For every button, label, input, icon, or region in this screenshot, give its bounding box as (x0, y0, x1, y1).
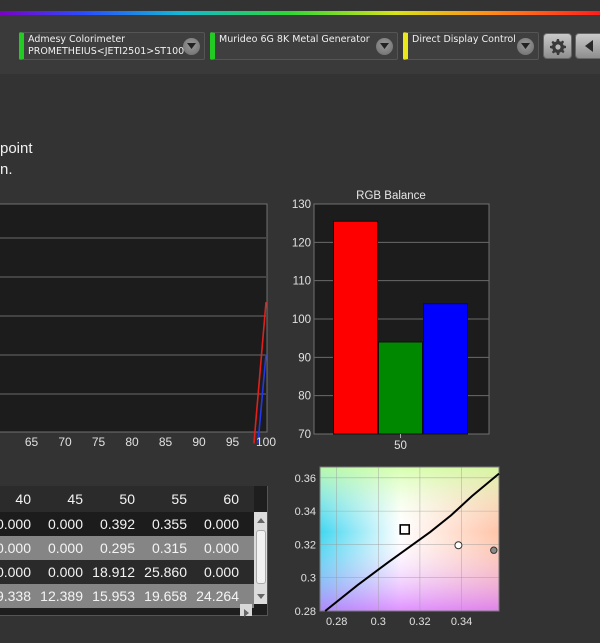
x-tick-label: 0.32 (409, 616, 430, 628)
back-button[interactable] (575, 33, 600, 59)
table-cell: 15.953 (92, 588, 135, 604)
table-cell: 0.315 (151, 540, 187, 556)
table-cell: 9.338 (0, 588, 31, 604)
instruction-text: point n. (0, 138, 33, 180)
y-tick-label: 0.28 (295, 606, 316, 618)
table-cell: 0.000 (203, 564, 239, 580)
column-header[interactable]: 40 (0, 486, 31, 512)
back-arrow-icon (585, 40, 593, 52)
table-cell: 0.000 (47, 540, 83, 556)
meter-device-selector[interactable]: Admesy Colorimeter PROMETHEIUS<JETI2501>… (19, 32, 205, 60)
instruction-line-1: point (0, 140, 33, 157)
x-tick-label: 70 (58, 435, 72, 449)
table-row[interactable]: 9.338 12.389 15.953 19.658 24.264 (0, 584, 254, 608)
table-cell: 18.912 (92, 564, 135, 580)
y-tick-label: 70 (298, 429, 311, 441)
y-tick-label: 0.34 (295, 506, 316, 518)
y-tick-label: 130 (292, 199, 311, 211)
column-header[interactable]: 45 (31, 486, 83, 512)
x-tick-label: 90 (192, 435, 206, 449)
table-cell: 0.000 (0, 564, 31, 580)
bar (423, 303, 468, 435)
vertical-scrollbar[interactable] (254, 512, 268, 604)
table-header: 40 45 50 55 60 (0, 486, 254, 512)
rgb-balance-chart: RGB Balance 70 80 90 100 110 120 130 50 (292, 190, 490, 452)
table-cell: 0.000 (47, 516, 83, 532)
measurement-table: 4045505560 0.0000.0000.3920.3550.0000.00… (0, 486, 268, 616)
column-header[interactable]: 55 (135, 486, 187, 512)
scroll-down-icon[interactable] (254, 589, 268, 603)
table-cell: 0.000 (47, 564, 83, 580)
chevron-down-icon[interactable] (517, 38, 534, 55)
y-tick-label: 90 (298, 352, 311, 364)
x-tick-label: 65 (25, 435, 39, 449)
y-tick-label: 80 (298, 391, 311, 403)
generator-device-selector[interactable]: Murideo 6G 8K Metal Generator (210, 32, 398, 60)
table-row[interactable]: 0.000 0.000 0.295 0.315 0.000 (0, 536, 254, 560)
table-cell: 0.000 (203, 516, 239, 532)
scrollbar-thumb[interactable] (256, 530, 266, 584)
y-tick-label: 100 (292, 314, 311, 326)
table-cell: 19.658 (144, 588, 187, 604)
x-tick-label: 75 (92, 435, 106, 449)
scroll-up-icon[interactable] (254, 514, 268, 528)
gear-icon (550, 39, 566, 55)
scroll-right-icon[interactable] (240, 604, 252, 617)
table-cell: 12.389 (40, 588, 83, 604)
cie-chromaticity-chart: 0.28 0.3 0.32 0.34 0.28 0.3 0.32 0.34 0.36 (295, 466, 500, 628)
bar (378, 341, 423, 435)
luminance-line-chart: 65 70 75 80 85 90 95 100 (0, 203, 276, 449)
settings-button[interactable] (543, 33, 572, 59)
x-tick-label: 0.34 (451, 616, 472, 628)
generator-device-name: Murideo 6G 8K Metal Generator (219, 34, 370, 45)
table-cell: 0.295 (99, 540, 135, 556)
table-cell: 25.860 (144, 564, 187, 580)
chevron-down-icon[interactable] (376, 38, 393, 55)
y-tick-label: 110 (293, 276, 311, 288)
column-header[interactable]: 50 (83, 486, 135, 512)
x-tick-label: 0.3 (371, 616, 386, 628)
y-tick-label: 0.36 (295, 473, 316, 485)
x-tick-label: 0.28 (326, 616, 347, 628)
table-cell: 0.000 (0, 540, 31, 556)
measured-point (490, 546, 498, 554)
column-header[interactable]: 60 (187, 486, 239, 512)
measured-point (454, 541, 463, 550)
y-tick-label: 0.3 (301, 573, 316, 585)
meter-device-detail: PROMETHEIUS<JETI2501>ST100 (28, 46, 185, 57)
chevron-down-icon[interactable] (183, 38, 200, 55)
table-cell: 0.392 (99, 516, 135, 532)
x-category-label: 50 (394, 440, 407, 452)
y-tick-label: 0.32 (295, 539, 316, 551)
table-cell: 0.000 (203, 540, 239, 556)
x-tick-label: 80 (125, 435, 139, 449)
display-control-selector[interactable]: Direct Display Control (403, 32, 539, 60)
table-row[interactable]: 0.000 0.000 0.392 0.355 0.000 (0, 512, 254, 536)
x-tick-label: 100 (256, 435, 276, 449)
meter-device-name: Admesy Colorimeter (28, 34, 126, 45)
chart-title: RGB Balance (356, 190, 426, 202)
table-row[interactable]: 0.000 0.000 18.912 25.860 0.000 (0, 560, 254, 584)
instruction-line-2: n. (0, 161, 13, 178)
y-tick-label: 120 (292, 237, 311, 249)
x-tick-label: 85 (159, 435, 173, 449)
table-cell: 24.264 (196, 588, 239, 604)
table-cell: 0.000 (0, 516, 31, 532)
table-cell: 0.355 (151, 516, 187, 532)
bar (333, 220, 378, 435)
x-tick-label: 95 (226, 435, 240, 449)
